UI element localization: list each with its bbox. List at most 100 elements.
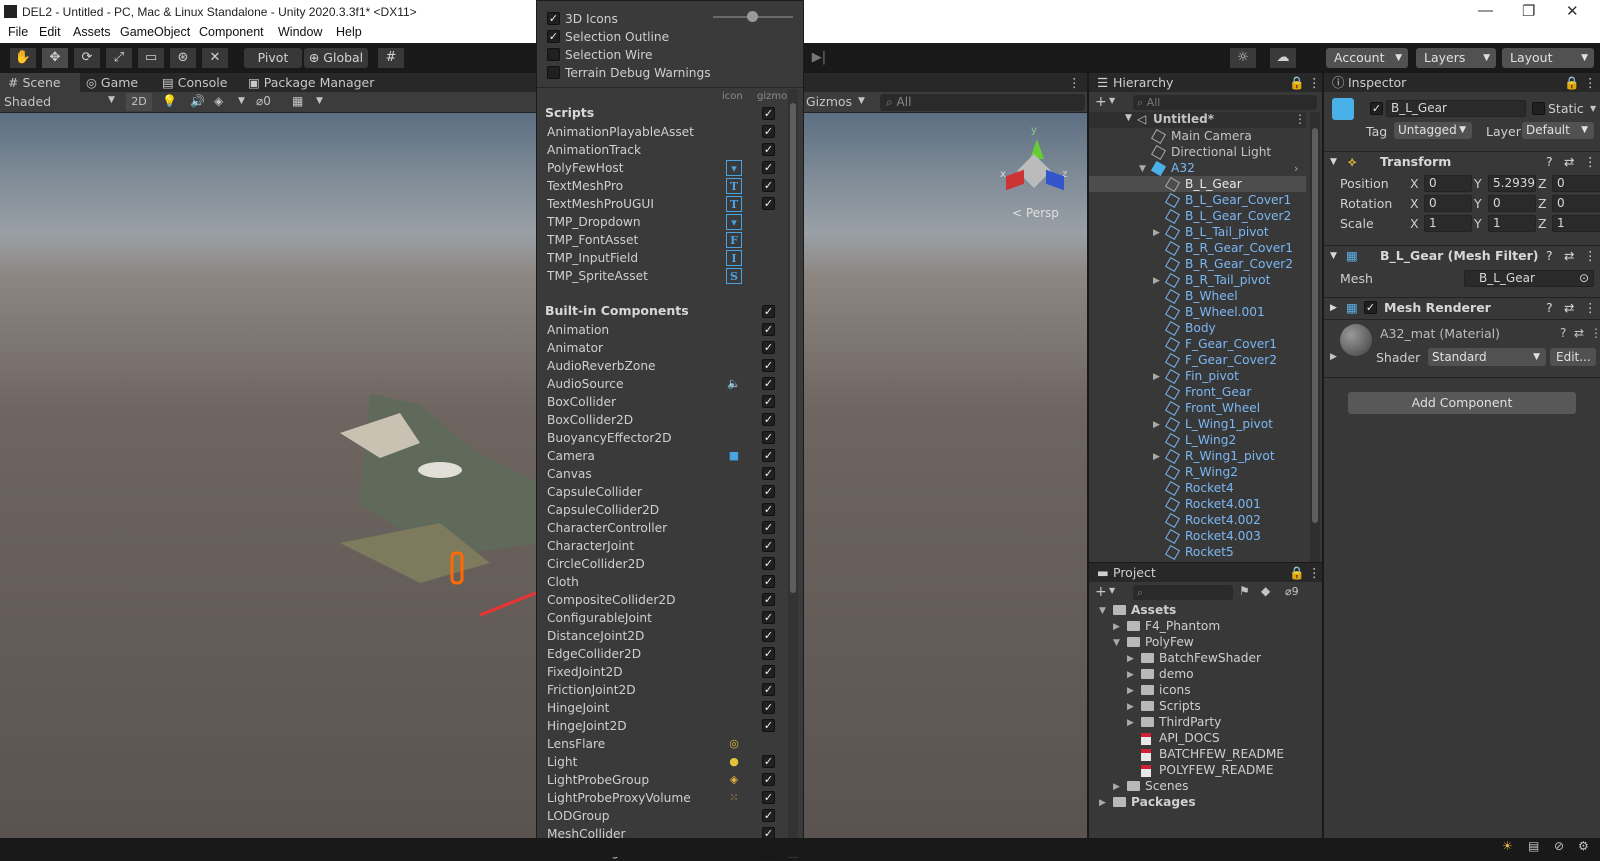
project-item[interactable]: ▶ Scenes: [1089, 778, 1306, 794]
lighting-status-icon[interactable]: ☀: [1502, 839, 1513, 853]
hierarchy-item[interactable]: ▼ A32 ›: [1089, 160, 1306, 177]
minimize-button[interactable]: —: [1478, 2, 1493, 19]
gizmo-row-buoyancyeffector2d[interactable]: BuoyancyEffector2D ✓: [537, 429, 787, 447]
hierarchy-scroll-thumb[interactable]: [1312, 128, 1318, 523]
project-item[interactable]: ▼ PolyFew: [1089, 634, 1306, 650]
object-name-field[interactable]: B_L_Gear: [1386, 100, 1526, 117]
icon-size-slider[interactable]: [713, 11, 793, 22]
hierarchy-item[interactable]: B_R_Gear_Cover2: [1089, 256, 1306, 273]
hand-tool-icon[interactable]: ✋: [10, 48, 36, 68]
hierarchy-item[interactable]: ▶ L_Wing1_pivot: [1089, 416, 1306, 433]
hierarchy-item[interactable]: Rocket4.003: [1089, 528, 1306, 545]
hierarchy-item[interactable]: ▶ Fin_pivot: [1089, 368, 1306, 385]
hidden-packages-toggle[interactable]: ⌀9: [1285, 585, 1299, 598]
gizmo-row-hingejoint[interactable]: HingeJoint ✓: [537, 699, 787, 717]
mesh-renderer-header[interactable]: ▶ ▦ ✓ Mesh Renderer ? ⇄ ⋮: [1324, 297, 1600, 318]
active-checkbox[interactable]: ✓: [1370, 102, 1383, 115]
hierarchy-item[interactable]: L_Wing2: [1089, 432, 1306, 449]
gizmo-row-animationplayableasset[interactable]: AnimationPlayableAsset ✓: [537, 123, 787, 141]
bug-report-icon[interactable]: ⚙: [1578, 839, 1589, 853]
inspector-menu-icon[interactable]: ⋮: [1584, 73, 1597, 92]
gizmo-checkbox[interactable]: ✓: [762, 575, 775, 588]
gizmo-row-textmeshprougui[interactable]: TextMeshProUGUI T ✓: [537, 195, 787, 213]
project-item[interactable]: ▶ F4_Phantom: [1089, 618, 1306, 634]
mesh-renderer-checkbox[interactable]: ✓: [1364, 301, 1377, 314]
gizmo-row-boxcollider2d[interactable]: BoxCollider2D ✓: [537, 411, 787, 429]
shading-mode-dropdown[interactable]: Shaded ▼: [4, 94, 119, 110]
chevron-right-icon[interactable]: ▶: [1127, 715, 1134, 731]
hierarchy-item[interactable]: Front_Gear: [1089, 384, 1306, 401]
preset-icon[interactable]: ⇄: [1574, 326, 1584, 340]
scripts-gizmo-checkbox[interactable]: ✓: [762, 107, 775, 120]
chevron-down-icon[interactable]: ▼: [238, 96, 245, 106]
menu-assets[interactable]: Assets: [73, 25, 111, 39]
projection-toggle[interactable]: < Persp: [1012, 206, 1059, 220]
scene-header-row[interactable]: ▼ ◁ Untitled* ⋮: [1089, 112, 1306, 128]
hierarchy-search-input[interactable]: ⌕ All: [1133, 95, 1317, 110]
add-component-button[interactable]: Add Component: [1348, 392, 1576, 414]
chevron-right-icon[interactable]: ▶: [1127, 667, 1134, 683]
grid-snap-icon[interactable]: #: [378, 48, 404, 68]
chevron-down-icon[interactable]: ▼: [1590, 104, 1596, 113]
chevron-down-icon[interactable]: ▼: [1099, 603, 1106, 619]
gizmo-row-lightprobeproxyvolume[interactable]: LightProbeProxyVolume ⁙ ✓: [537, 789, 787, 807]
rotate-tool-icon[interactable]: ⟳: [74, 48, 100, 68]
gizmo-option-selection-wire[interactable]: Selection Wire: [547, 46, 747, 64]
gizmo-row-edgecollider2d[interactable]: EdgeCollider2D ✓: [537, 645, 787, 663]
filter-type-icon[interactable]: ⚑: [1239, 584, 1250, 598]
preset-icon[interactable]: ⇄: [1564, 298, 1574, 318]
tab-game[interactable]: ◎ Game: [86, 73, 138, 92]
gizmo-row-charactercontroller[interactable]: CharacterController ✓: [537, 519, 787, 537]
gizmo-checkbox[interactable]: ✓: [762, 395, 775, 408]
transform-header[interactable]: ▼ ⟡ Transform ? ⇄ ⋮: [1324, 151, 1600, 172]
lighting-toggle-icon[interactable]: 💡: [162, 94, 177, 108]
chevron-right-icon[interactable]: ▶: [1113, 779, 1120, 795]
gizmo-checkbox[interactable]: ✓: [762, 629, 775, 642]
gizmo-checkbox[interactable]: ✓: [762, 125, 775, 138]
object-picker-icon[interactable]: ⊙: [1579, 271, 1589, 286]
tag-dropdown[interactable]: Untagged ▼: [1394, 122, 1472, 139]
gizmo-checkbox[interactable]: ✓: [762, 485, 775, 498]
gizmo-row-audiosource[interactable]: AudioSource 🔈 ✓: [537, 375, 787, 393]
x-axis-handle[interactable]: [479, 591, 537, 617]
mode-2d-toggle[interactable]: 2D: [126, 93, 152, 111]
hierarchy-item[interactable]: B_R_Gear_Cover1: [1089, 240, 1306, 257]
menu-window[interactable]: Window: [278, 25, 322, 39]
project-item[interactable]: ▶ Scripts: [1089, 698, 1306, 714]
position-x-field[interactable]: 0: [1424, 175, 1472, 192]
help-icon[interactable]: ?: [1546, 298, 1553, 318]
popup-scrollbar[interactable]: [788, 89, 798, 858]
project-item[interactable]: ▶ BatchFewShader: [1089, 650, 1306, 666]
rotation-z-field[interactable]: 0: [1552, 195, 1600, 212]
gizmo-row-animator[interactable]: Animator ✓: [537, 339, 787, 357]
gizmo-row-characterjoint[interactable]: CharacterJoint ✓: [537, 537, 787, 555]
hierarchy-item[interactable]: Body: [1089, 320, 1306, 337]
hierarchy-item[interactable]: B_L_Gear_Cover1: [1089, 192, 1306, 209]
gizmo-row-tmp_fontasset[interactable]: TMP_FontAsset F: [537, 231, 787, 249]
help-icon[interactable]: ?: [1546, 152, 1553, 172]
tab-package-manager[interactable]: ▣ Package Manager: [248, 73, 374, 92]
gizmo-checkbox[interactable]: ✓: [762, 359, 775, 372]
cache-server-icon[interactable]: ▤: [1528, 839, 1539, 853]
checkbox[interactable]: ✓: [547, 30, 560, 43]
chevron-down-icon[interactable]: ▼: [1109, 586, 1115, 595]
gizmo-checkbox[interactable]: ✓: [762, 539, 775, 552]
hierarchy-item[interactable]: B_L_Gear_Cover2: [1089, 208, 1306, 225]
position-z-field[interactable]: 0: [1552, 175, 1600, 192]
hierarchy-item[interactable]: Rocket5: [1089, 544, 1306, 561]
component-menu-icon[interactable]: ⋮: [1590, 326, 1600, 340]
project-item[interactable]: ▼ Assets: [1089, 602, 1306, 618]
layers-dropdown[interactable]: Layers ▼: [1416, 48, 1496, 68]
gizmo-row-lightprobegroup[interactable]: LightProbeGroup ◈ ✓: [537, 771, 787, 789]
gizmo-option-3d-icons[interactable]: ✓ 3D Icons: [547, 10, 747, 28]
checkbox[interactable]: ✓: [547, 12, 560, 25]
gizmo-checkbox[interactable]: ✓: [762, 791, 775, 804]
gizmo-option-selection-outline[interactable]: ✓ Selection Outline: [547, 28, 747, 46]
chevron-right-icon[interactable]: ▶: [1153, 449, 1160, 465]
grid-toggle-icon[interactable]: ▦: [292, 94, 303, 108]
menu-gameobject[interactable]: GameObject: [120, 25, 190, 39]
project-item[interactable]: ▶ ThirdParty: [1089, 714, 1306, 730]
account-dropdown[interactable]: Account ▼: [1326, 48, 1408, 68]
cloud-icon[interactable]: ☁: [1270, 48, 1296, 68]
gizmo-checkbox[interactable]: ✓: [762, 377, 775, 390]
